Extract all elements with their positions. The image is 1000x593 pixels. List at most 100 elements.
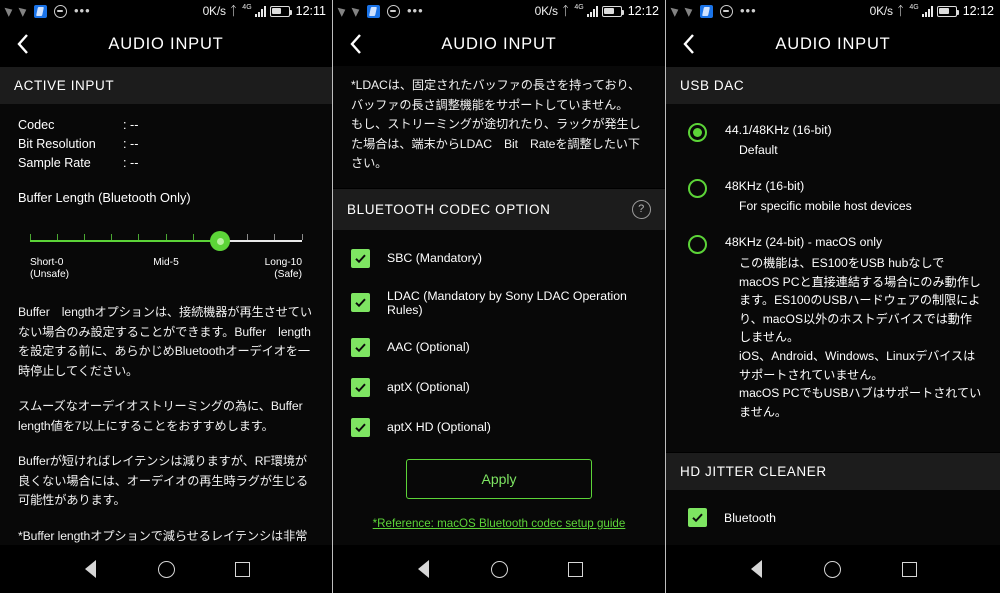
status-bar: ••• 0K/s ᛏ 4G 12:12 — [666, 0, 1000, 22]
usb-dac-options: 44.1/48KHz (16-bit) Default 48KHz (16-bi… — [666, 104, 1000, 452]
scroll-content-1[interactable]: ACTIVE INPUT Codec : -- Bit Resolution :… — [0, 66, 332, 545]
slider-tick — [56, 234, 58, 240]
section-header-bluetooth-codec-option: BLUETOOTH CODEC OPTION ? — [333, 187, 665, 230]
battery-icon — [269, 5, 292, 17]
clock-label: 12:11 — [295, 4, 326, 18]
paragraph: Buffer lengthオプションは、接続機器が再生させていない場合のみ設定す… — [18, 305, 312, 378]
battery-icon — [601, 5, 624, 17]
radio-option-441-48khz-16bit[interactable]: 44.1/48KHz (16-bit) Default — [688, 122, 982, 159]
nav-home-button[interactable] — [813, 549, 853, 589]
codec-checkbox-aptx-hd[interactable]: aptX HD (Optional) — [351, 417, 647, 437]
codec-label: aptX (Optional) — [387, 380, 470, 394]
section-header-hd-jitter-cleaner: HD JITTER CLEANER — [666, 452, 1000, 491]
nav-recents-button[interactable] — [222, 549, 262, 589]
scroll-content-2[interactable]: *LDACは、固定されたバッファの長さを持っており、バッファの長さ調整機能をサポ… — [333, 66, 665, 545]
radio-option-48khz-16bit[interactable]: 48KHz (16-bit) For specific mobile host … — [688, 178, 982, 215]
page-title: AUDIO INPUT — [108, 34, 224, 53]
slider-tick — [83, 234, 85, 240]
apply-button[interactable]: Apply — [406, 458, 592, 499]
radio-label: 48KHz (16-bit) — [725, 179, 805, 193]
field-label: Sample Rate — [18, 156, 91, 170]
radio-unselected-icon — [688, 235, 707, 254]
nav-back-triangle-icon — [750, 560, 762, 578]
nav-back-button[interactable] — [70, 549, 110, 589]
field-label: Bit Resolution — [18, 137, 96, 151]
nav-home-button[interactable] — [479, 549, 519, 589]
field-sample-rate: Sample Rate : -- — [18, 154, 314, 173]
nav-recents-square-icon — [567, 561, 583, 577]
bluetooth-icon: ᛏ — [896, 4, 905, 18]
slider-tick — [111, 234, 113, 240]
radio-option-body: 44.1/48KHz (16-bit) Default — [725, 122, 832, 159]
active-input-block: Codec : -- Bit Resolution : -- Sample Ra… — [0, 104, 332, 545]
clock-label: 12:12 — [627, 4, 659, 18]
chevron-left-icon — [350, 34, 361, 54]
codec-checkbox-sbc[interactable]: SBC (Mandatory) — [351, 248, 647, 268]
chevron-left-icon — [683, 34, 694, 54]
slider-max-label: Long-10 (Safe) — [264, 257, 302, 280]
field-value: : -- — [123, 137, 139, 151]
codec-checkbox-aac[interactable]: AAC (Optional) — [351, 337, 647, 357]
apply-button-wrapper: Apply — [351, 458, 647, 499]
section-title: BLUETOOTH CODEC OPTION — [347, 201, 551, 217]
slider-track-fill — [30, 240, 221, 242]
back-button[interactable] — [0, 22, 46, 66]
hd-jitter-cleaner-options: Bluetooth USB DAC RadsoneのHD Jitter Clea… — [666, 490, 1000, 545]
sync-circle-icon — [720, 4, 733, 18]
radio-label: 44.1/48KHz (16-bit) — [725, 123, 832, 137]
signal-bars-icon — [254, 5, 266, 17]
ldac-note-block: *LDACは、固定されたバッファの長さを持っており、バッファの長さ調整機能をサポ… — [333, 66, 665, 188]
status-bar-left-icons: ••• — [337, 4, 424, 18]
field-label: Codec — [18, 118, 55, 132]
nav-back-triangle-icon — [84, 560, 96, 578]
field-value: : -- — [123, 118, 139, 132]
slider-tick — [138, 234, 140, 240]
macos-reference-link[interactable]: *Reference: macOS Bluetooth codec setup … — [351, 517, 647, 530]
checkbox-checked-icon — [688, 508, 707, 528]
signal-triangle-icon — [670, 5, 681, 17]
codec-label: aptX HD (Optional) — [387, 420, 491, 434]
nav-recents-button[interactable] — [890, 549, 930, 589]
buffer-length-title: Buffer Length (Bluetooth Only) — [18, 190, 191, 205]
app-bar: AUDIO INPUT — [666, 22, 1000, 66]
slider-tick — [247, 234, 249, 240]
codec-checkbox-ldac[interactable]: LDAC (Mandatory by Sony LDAC Operation R… — [351, 289, 647, 317]
question-mark-icon[interactable]: ? — [632, 199, 651, 219]
chevron-left-icon — [17, 34, 28, 54]
buffer-description-group: Buffer lengthオプションは、接続機器が再生させていない場合のみ設定す… — [18, 303, 314, 545]
three-phone-screenshots: ••• 0K/s ᛏ 4G 12:11 AUDIO INPUT ACTIVE I… — [0, 0, 1000, 593]
nav-recents-button[interactable] — [555, 549, 595, 589]
network-type-label: 4G — [574, 3, 584, 11]
signal-bars-icon — [921, 5, 933, 17]
slider-thumb[interactable] — [210, 231, 231, 251]
nav-home-circle-icon — [824, 560, 842, 578]
nav-back-button[interactable] — [736, 549, 776, 589]
radio-option-48khz-24bit-macos[interactable]: 48KHz (24-bit) - macOS only この機能は、ES100を… — [688, 234, 982, 421]
app-bar: AUDIO INPUT — [0, 22, 332, 66]
scroll-content-3[interactable]: USB DAC 44.1/48KHz (16-bit) Default 48KH… — [666, 66, 1000, 545]
status-bar-right-icons: 0K/s ᛏ 4G 12:12 — [535, 3, 659, 19]
blue-note-icon — [34, 4, 47, 18]
codec-checkbox-aptx[interactable]: aptX (Optional) — [351, 377, 647, 397]
status-bar-left-icons: ••• — [670, 4, 757, 18]
buffer-length-slider[interactable]: Short-0 (Unsafe) Mid-5 Long-10 (Safe) — [29, 231, 303, 280]
codec-list: SBC (Mandatory) LDAC (Mandatory by Sony … — [333, 230, 665, 546]
field-codec: Codec : -- — [18, 116, 314, 135]
radio-selected-icon — [688, 123, 707, 142]
status-bar-right-icons: 0K/s ᛏ 4G 12:12 — [870, 4, 994, 19]
nav-home-button[interactable] — [146, 549, 186, 589]
back-button[interactable] — [333, 22, 379, 66]
nav-recents-square-icon — [902, 561, 918, 577]
codec-label: SBC (Mandatory) — [387, 251, 482, 265]
nav-back-button[interactable] — [403, 549, 443, 589]
signal-bars-icon — [586, 5, 598, 17]
radio-option-body: 48KHz (24-bit) - macOS only この機能は、ES100を… — [725, 234, 982, 421]
paragraph: *LDACは、固定されたバッファの長さを持っており、バッファの長さ調整機能をサポ… — [351, 78, 641, 170]
checkbox-checked-icon — [351, 337, 370, 357]
status-bar: ••• 0K/s ᛏ 4G 12:12 — [333, 0, 665, 22]
jitter-label: Bluetooth — [724, 510, 776, 525]
back-button[interactable] — [666, 22, 712, 66]
slider-tick — [192, 234, 194, 240]
phone-screen-1: ••• 0K/s ᛏ 4G 12:11 AUDIO INPUT ACTIVE I… — [0, 0, 333, 593]
jitter-checkbox-bluetooth[interactable]: Bluetooth — [688, 508, 982, 528]
